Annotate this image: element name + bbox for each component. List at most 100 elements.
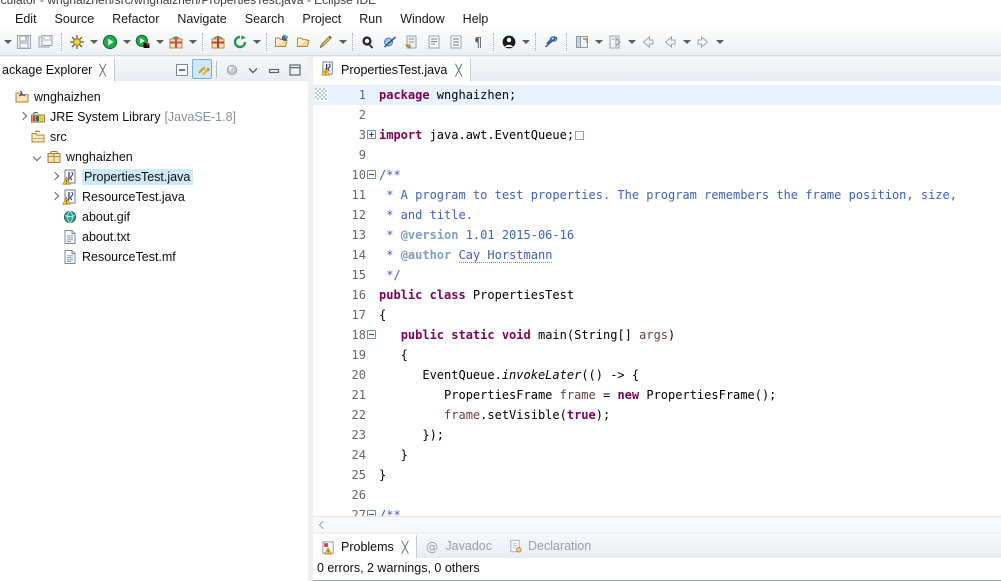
- code-line[interactable]: 3 import java.awt.EventQueue;: [313, 125, 1001, 145]
- tree-item-wnghaizhen[interactable]: wnghaizhen: [0, 147, 308, 167]
- code-line[interactable]: 18 public static void main(String[] args…: [313, 325, 1001, 345]
- code-line[interactable]: 16 public class PropertiesTest: [313, 285, 1001, 305]
- open-perspective-icon[interactable]: [571, 31, 593, 53]
- tab-properties-test-java[interactable]: PropertiesTest.java ╳: [313, 57, 471, 81]
- dropdown-arrow-icon[interactable]: [714, 31, 725, 53]
- link-with-editor-button[interactable]: [192, 59, 212, 79]
- code-line[interactable]: 25}: [313, 465, 1001, 485]
- fold-collapse-icon[interactable]: [367, 330, 376, 339]
- code-line[interactable]: 17 {: [313, 305, 1001, 325]
- chevron-right-icon[interactable]: [16, 110, 30, 124]
- tree-item-src[interactable]: src: [0, 127, 308, 147]
- tree-item-wnghaizhen[interactable]: wnghaizhen: [0, 87, 308, 107]
- menu-search[interactable]: Search: [236, 10, 294, 28]
- menu-run[interactable]: Run: [350, 10, 391, 28]
- scroll-left-icon[interactable]: [316, 519, 328, 531]
- search-icon[interactable]: [357, 31, 379, 53]
- tree-item-jre-system-library[interactable]: JRE System Library [JavaSE-1.8]: [0, 107, 308, 127]
- next-annotation-icon[interactable]: [401, 31, 423, 53]
- run-coverage-icon[interactable]: [132, 31, 154, 53]
- close-icon[interactable]: ╳: [455, 64, 462, 77]
- collapsed-region-box[interactable]: [575, 131, 585, 140]
- dropdown-arrow-icon[interactable]: [520, 31, 531, 53]
- close-icon[interactable]: ╳: [402, 541, 409, 554]
- code-line[interactable]: 27 /**: [313, 505, 1001, 516]
- code-line[interactable]: 15 */: [313, 265, 1001, 285]
- maximize-button[interactable]: [284, 59, 304, 79]
- tree-item-about-txt[interactable]: about.txt: [0, 227, 308, 247]
- dropdown-arrow-icon[interactable]: [251, 31, 262, 53]
- close-icon[interactable]: ╳: [99, 64, 106, 77]
- tab-declaration[interactable]: Declaration: [500, 534, 599, 558]
- fold-collapse-icon[interactable]: [367, 170, 376, 179]
- dropdown-arrow-icon[interactable]: [121, 31, 132, 53]
- code-line[interactable]: 14 * @author Cay Horstmann: [313, 245, 1001, 265]
- project-tree[interactable]: wnghaizhen JRE System Library [JavaSE-1.8…: [0, 83, 308, 581]
- view-menu-button[interactable]: [242, 59, 262, 79]
- menu-help[interactable]: Help: [454, 10, 498, 28]
- new-annotation-icon[interactable]: [315, 31, 337, 53]
- menu-project[interactable]: Project: [293, 10, 350, 28]
- code-line[interactable]: 22 frame.setVisible(true);: [313, 405, 1001, 425]
- dropdown-arrow-icon[interactable]: [337, 31, 348, 53]
- skip-breakpoints-icon[interactable]: [379, 31, 401, 53]
- occurrence-marker[interactable]: [315, 87, 331, 103]
- collapse-all-button[interactable]: [171, 59, 191, 79]
- dropdown-arrow-icon[interactable]: [88, 31, 99, 53]
- user-icon[interactable]: [498, 31, 520, 53]
- save-all-icon[interactable]: [35, 31, 57, 53]
- tree-spacer[interactable]: [0, 90, 14, 104]
- run-icon[interactable]: [99, 31, 121, 53]
- focus-on-active-task-button[interactable]: [221, 59, 241, 79]
- dropdown-arrow-icon[interactable]: [593, 31, 604, 53]
- chevron-right-icon[interactable]: [48, 190, 62, 204]
- tab-package-explorer[interactable]: ackage Explorer ╳: [0, 57, 115, 81]
- dropdown-arrow-icon[interactable]: [187, 31, 198, 53]
- tree-item-about-gif[interactable]: about.gif: [0, 207, 308, 227]
- code-line[interactable]: 24 }: [313, 445, 1001, 465]
- show-whitespace-icon[interactable]: [445, 31, 467, 53]
- tab-problems[interactable]: Problems ╳: [313, 534, 418, 558]
- dropdown-arrow-icon[interactable]: [681, 31, 692, 53]
- debug-icon[interactable]: [66, 31, 88, 53]
- dropdown-arrow-icon[interactable]: [2, 31, 13, 53]
- menu-window[interactable]: Window: [391, 10, 453, 28]
- minimize-button[interactable]: [263, 59, 283, 79]
- code-line[interactable]: 23 });: [313, 425, 1001, 445]
- save-icon[interactable]: [13, 31, 35, 53]
- tree-spacer[interactable]: [16, 130, 30, 144]
- pilcrow-icon[interactable]: ¶: [467, 31, 489, 53]
- code-line[interactable]: 2: [313, 105, 1001, 125]
- menu-edit[interactable]: Edit: [6, 10, 46, 28]
- menu-navigate[interactable]: Navigate: [168, 10, 235, 28]
- tree-item-resourcetest-mf[interactable]: ResourceTest.mf: [0, 247, 308, 267]
- code-line[interactable]: 13 * @version 1.01 2015-06-16: [313, 225, 1001, 245]
- tab-javadoc[interactable]: @ Javadoc: [417, 534, 500, 558]
- code-line[interactable]: 21 PropertiesFrame frame = new Propertie…: [313, 385, 1001, 405]
- code-editor[interactable]: 1 package wnghaizhen; 2 3 import java.awt.Ev…: [313, 82, 1001, 516]
- fold-expand-icon[interactable]: [367, 130, 376, 139]
- code-line[interactable]: 11 * A program to test properties. The p…: [313, 185, 1001, 205]
- code-line[interactable]: 10 /**: [313, 165, 1001, 185]
- toggle-mark-occurrences-icon[interactable]: [423, 31, 445, 53]
- link-broken-icon[interactable]: [540, 31, 562, 53]
- dropdown-arrow-icon[interactable]: [154, 31, 165, 53]
- code-line[interactable]: 9: [313, 145, 1001, 165]
- tree-item-resourcetest-java[interactable]: ResourceTest.java: [0, 187, 308, 207]
- back-history-icon[interactable]: [659, 31, 681, 53]
- chevron-right-icon[interactable]: [48, 170, 62, 184]
- editor-horizontal-scrollbar[interactable]: [313, 516, 1001, 532]
- code-line[interactable]: 19 {: [313, 345, 1001, 365]
- tree-item-propertiestest-java[interactable]: PropertiesTest.java: [0, 167, 308, 187]
- chevron-down-icon[interactable]: [32, 150, 46, 164]
- menu-refactor[interactable]: Refactor: [103, 10, 168, 28]
- forward-icon[interactable]: [692, 31, 714, 53]
- menu-source[interactable]: Source: [46, 10, 104, 28]
- open-type-icon[interactable]: [271, 31, 293, 53]
- code-line[interactable]: 12 * and title.: [313, 205, 1001, 225]
- open-task-icon[interactable]: [293, 31, 315, 53]
- code-line[interactable]: 26: [313, 485, 1001, 505]
- refresh-icon[interactable]: [229, 31, 251, 53]
- dropdown-arrow-icon[interactable]: [626, 31, 637, 53]
- code-line[interactable]: 20 EventQueue.invokeLater(() -> {: [313, 365, 1001, 385]
